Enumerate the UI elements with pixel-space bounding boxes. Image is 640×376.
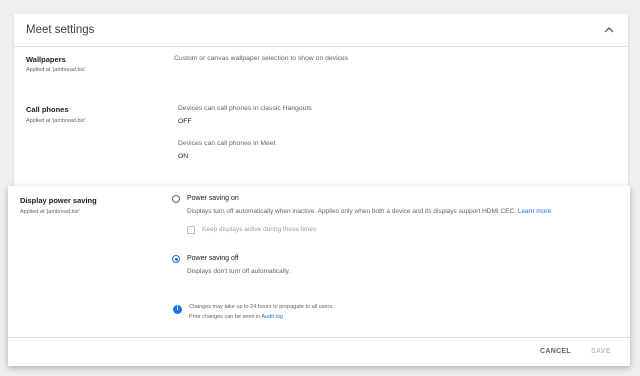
panel-applied: Applied at 'jambread.biz'	[20, 209, 80, 215]
wallpapers-title: Wallpapers	[26, 55, 66, 64]
keep-displays-active-checkbox[interactable]	[187, 226, 195, 234]
cancel-button[interactable]: CANCEL	[540, 348, 571, 355]
power-saving-off-radio[interactable]	[172, 255, 180, 263]
audit-log-link[interactable]: Audit log	[261, 314, 282, 320]
power-saving-off-description: Displays don't turn off automatically.	[187, 268, 291, 275]
power-saving-on-description: Displays turn off automatically when ina…	[187, 208, 551, 215]
meet-call-label: Devices can call phones in Meet	[178, 140, 276, 147]
wallpapers-applied: Applied at 'jambread.biz'	[26, 67, 86, 73]
meet-settings-card: Meet settings Wallpapers Applied at 'jam…	[14, 14, 628, 189]
keep-displays-active-label[interactable]: Keep displays active during these times	[202, 226, 316, 233]
chevron-up-icon[interactable]	[604, 26, 614, 34]
wallpapers-description: Custom or canvas wallpaper selection to …	[174, 55, 349, 62]
call-phones-title: Call phones	[26, 105, 69, 114]
meet-call-value: ON	[178, 153, 189, 160]
power-saving-off-label[interactable]: Power saving off	[187, 255, 239, 262]
power-saving-on-label[interactable]: Power saving on	[187, 195, 239, 202]
info-icon: i	[173, 305, 182, 314]
hangouts-call-label: Devices can call phones in classic Hango…	[178, 105, 312, 112]
panel-title: Display power saving	[20, 196, 97, 205]
card-header[interactable]: Meet settings	[14, 14, 628, 47]
display-power-saving-panel: Display power saving Applied at 'jambrea…	[8, 186, 630, 366]
call-phones-applied: Applied at 'jambread.biz'	[26, 118, 86, 124]
audit-log-info: Prior changes can be seen in Audit log	[189, 314, 283, 320]
power-saving-on-description-text: Displays turn off automatically when ina…	[187, 208, 517, 215]
hangouts-call-value: OFF	[178, 118, 192, 125]
audit-log-prefix: Prior changes can be seen in	[189, 314, 261, 320]
power-saving-on-radio[interactable]	[172, 195, 180, 203]
learn-more-link[interactable]: Learn more	[518, 208, 551, 215]
card-title: Meet settings	[26, 24, 95, 36]
save-button[interactable]: SAVE	[591, 348, 611, 355]
propagation-info-text: Changes may take up to 24 hours to propa…	[189, 304, 334, 310]
panel-footer: CANCEL SAVE	[8, 337, 630, 366]
